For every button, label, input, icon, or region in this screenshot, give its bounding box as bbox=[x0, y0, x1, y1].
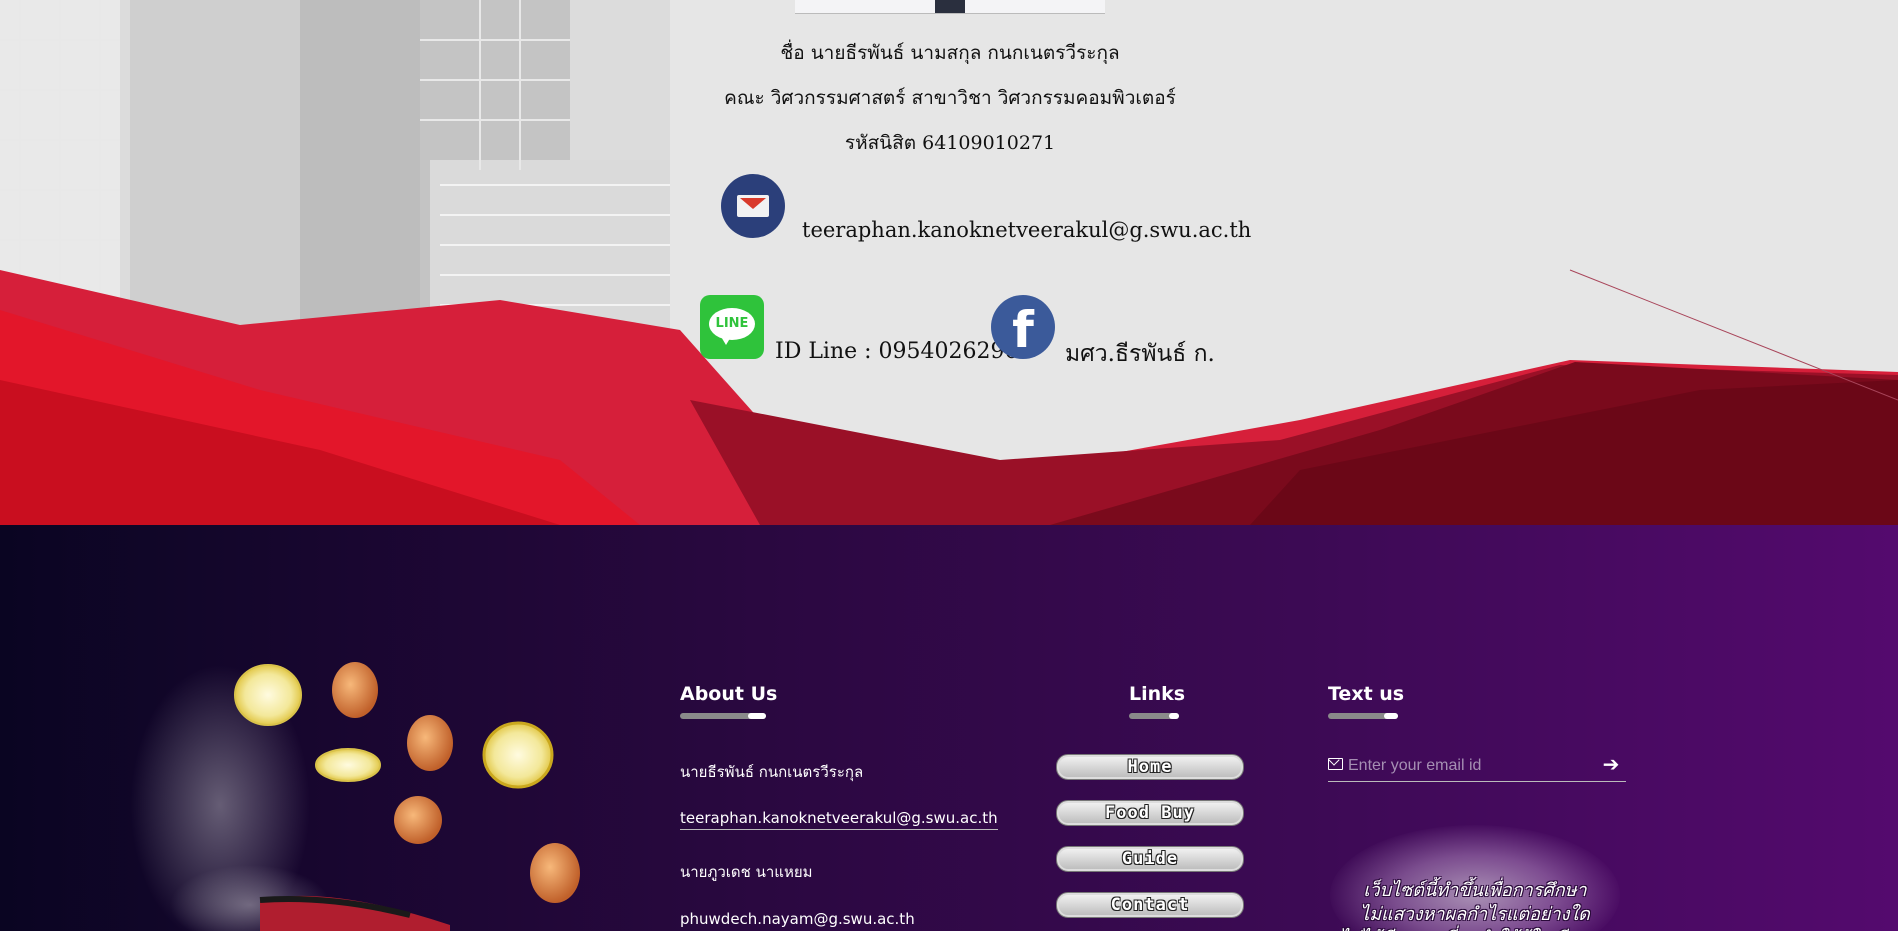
email-subscribe-row: ➔ bbox=[1328, 751, 1626, 782]
about-email-1[interactable]: teeraphan.kanoknetveerakul@g.swu.ac.th bbox=[680, 809, 998, 830]
about-email-2[interactable]: phuwdech.nayam@g.swu.ac.th bbox=[680, 910, 915, 928]
food-buy-link-button[interactable]: Food Buy bbox=[1056, 800, 1244, 826]
home-link-button[interactable]: Home bbox=[1056, 754, 1244, 780]
line-icon[interactable]: LINE bbox=[700, 295, 764, 359]
facebook-icon[interactable]: f bbox=[991, 295, 1055, 359]
about-name-2: นายภูวเดช นาแหยม bbox=[680, 863, 813, 881]
student-faculty: คณะ วิศวกรรมศาสตร์ สาขาวิชา วิศวกรรมคอมพ… bbox=[724, 87, 1176, 109]
about-us-title: About Us bbox=[680, 683, 778, 705]
study-notice-sticker: เว็บไซต์นี้ทำขึ้นเพื่อการศึกษา ไม่แสวงหา… bbox=[1330, 825, 1620, 931]
profile-section: ชื่อ นายธีรพันธ์ นามสกุล กนกเนตรวีระกุล … bbox=[0, 0, 1898, 525]
links-title: Links bbox=[1129, 683, 1186, 705]
notice-line-3: ไม่ได้มีเจตนาที่จะทำให้ผู้ใดเสียหาย bbox=[1330, 923, 1620, 931]
arrow-right-icon[interactable]: ➔ bbox=[1600, 751, 1622, 777]
links-underline bbox=[1129, 713, 1179, 719]
about-us-underline bbox=[680, 713, 766, 719]
profile-photo-edge bbox=[795, 0, 1105, 14]
student-id: รหัสนิสิต 64109010271 bbox=[844, 132, 1056, 154]
flying-food-image bbox=[130, 662, 580, 931]
student-name: ชื่อ นายธีรพันธ์ นามสกุล กนกเนตรวีระกุล bbox=[780, 42, 1120, 64]
facebook-name: มศว.ธีรพันธ์ ก. bbox=[1065, 341, 1215, 367]
about-name-1: นายธีรพันธ์ กนกเนตรวีระกุล bbox=[680, 763, 864, 781]
text-us-underline bbox=[1328, 713, 1398, 719]
envelope-icon bbox=[1328, 758, 1343, 770]
line-icon-label: LINE bbox=[709, 308, 755, 340]
gmail-icon[interactable] bbox=[721, 174, 785, 238]
email-input[interactable] bbox=[1346, 753, 1590, 779]
profile-email: teeraphan.kanoknetveerakul@g.swu.ac.th bbox=[802, 218, 1252, 242]
contact-link-button[interactable]: Contact bbox=[1056, 892, 1244, 918]
red-polygon-background bbox=[0, 269, 1898, 525]
line-id: ID Line : 0954026296 bbox=[775, 339, 1019, 364]
guide-link-button[interactable]: Guide bbox=[1056, 846, 1244, 872]
footer: About Us นายธีรพันธ์ กนกเนตรวีระกุล teer… bbox=[0, 525, 1898, 931]
text-us-title: Text us bbox=[1328, 683, 1405, 705]
